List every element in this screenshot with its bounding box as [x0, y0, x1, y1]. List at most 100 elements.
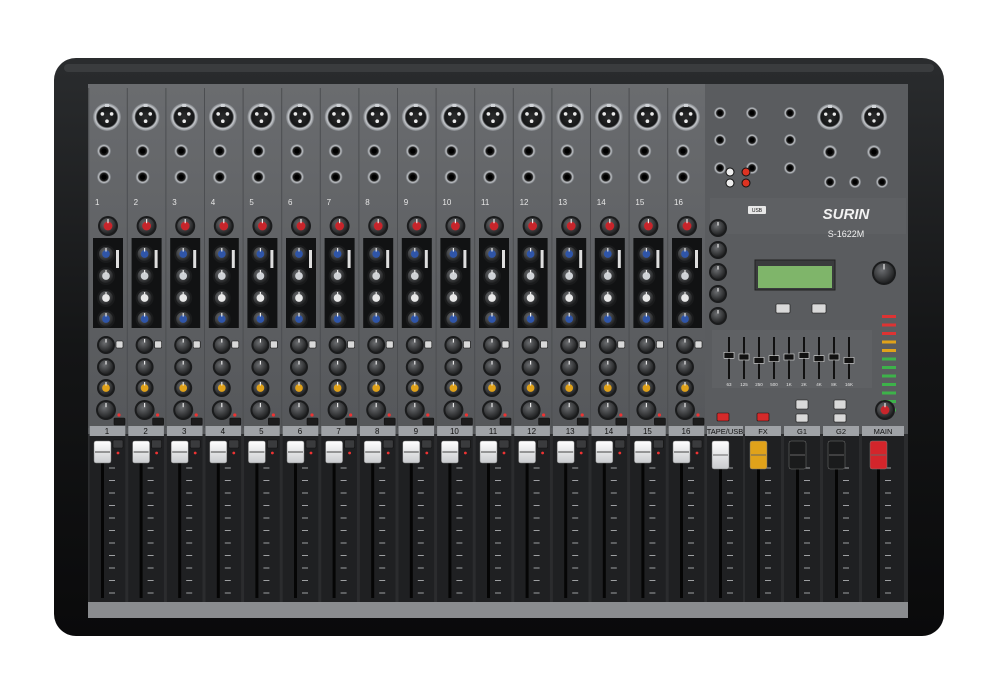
- group-assign-button-1[interactable]: [795, 399, 809, 410]
- mic-input-xlr[interactable]: [208, 103, 237, 131]
- aux2-knob[interactable]: [637, 358, 656, 376]
- fx-send-knob[interactable]: [560, 379, 579, 397]
- pfl-button[interactable]: [421, 439, 433, 449]
- pfl-button[interactable]: [151, 439, 162, 449]
- aux-send-jack-3[interactable]: [714, 162, 726, 174]
- aux2-knob[interactable]: [290, 358, 308, 376]
- aux2-knob[interactable]: [560, 358, 579, 376]
- eq-low-knob[interactable]: [367, 310, 386, 328]
- mic-input-xlr[interactable]: [131, 103, 160, 131]
- gain-knob[interactable]: [175, 216, 196, 236]
- line-input-jack[interactable]: [444, 144, 459, 158]
- fx-send-knob[interactable]: [367, 379, 386, 397]
- eq-mid-knob[interactable]: [405, 267, 424, 285]
- aux1-knob[interactable]: [367, 336, 386, 354]
- insert-jack[interactable]: [560, 170, 575, 184]
- gain-knob[interactable]: [677, 216, 697, 236]
- fx-send-knob[interactable]: [174, 379, 193, 397]
- return-knob-4[interactable]: [709, 285, 727, 303]
- fx-send-knob[interactable]: [212, 379, 231, 397]
- eq-mid-knob[interactable]: [637, 267, 656, 285]
- aux1-knob[interactable]: [290, 336, 308, 354]
- mute-button[interactable]: [654, 417, 666, 426]
- eq-low-knob[interactable]: [135, 310, 154, 328]
- pfl-button[interactable]: [305, 439, 317, 449]
- eq-low-knob[interactable]: [444, 310, 463, 328]
- gain-knob[interactable]: [368, 216, 389, 236]
- geq-slider-2K[interactable]: [798, 351, 810, 359]
- aux1-knob[interactable]: [174, 336, 193, 354]
- eq-high-knob[interactable]: [560, 245, 579, 263]
- eq-high-knob[interactable]: [637, 245, 656, 263]
- eq-freq-knob[interactable]: [174, 289, 193, 307]
- aux1-knob[interactable]: [135, 336, 154, 354]
- eq-low-knob[interactable]: [405, 310, 424, 328]
- fx-send-knob[interactable]: [637, 379, 656, 397]
- g1-button[interactable]: [795, 413, 809, 423]
- pfl-button[interactable]: [189, 439, 201, 449]
- eq-freq-knob[interactable]: [135, 289, 154, 307]
- fx-return-jack-2[interactable]: [746, 134, 758, 146]
- pan-knob[interactable]: [636, 400, 657, 420]
- eq-freq-knob[interactable]: [367, 289, 386, 307]
- phones-jack[interactable]: [876, 176, 888, 188]
- aux1-knob[interactable]: [405, 336, 424, 354]
- fader-4[interactable]: 4: [205, 426, 242, 602]
- eq-high-knob[interactable]: [676, 245, 694, 263]
- eq-low-knob[interactable]: [328, 310, 347, 328]
- main-out-right-xlr[interactable]: [861, 104, 887, 130]
- return-knob-3[interactable]: [709, 263, 727, 281]
- eq-freq-knob[interactable]: [212, 289, 231, 307]
- mute-button[interactable]: [538, 417, 550, 426]
- pre-post-button[interactable]: [385, 340, 394, 349]
- aux2-knob[interactable]: [598, 358, 617, 376]
- mute-button[interactable]: [152, 417, 164, 426]
- g2-button[interactable]: [833, 413, 847, 423]
- return-knob-5[interactable]: [709, 307, 727, 325]
- pan-knob[interactable]: [96, 400, 116, 420]
- eq-high-knob[interactable]: [212, 245, 231, 263]
- eq-high-knob[interactable]: [251, 245, 270, 263]
- eq-high-knob[interactable]: [444, 245, 463, 263]
- line-input-jack[interactable]: [521, 144, 536, 158]
- mic-input-xlr[interactable]: [286, 103, 314, 131]
- fader-11[interactable]: 11: [475, 426, 512, 602]
- pre-post-button[interactable]: [424, 340, 433, 349]
- eq-mid-knob[interactable]: [444, 267, 463, 285]
- gain-knob[interactable]: [638, 216, 659, 236]
- pre-post-button[interactable]: [540, 340, 548, 349]
- pre-post-button[interactable]: [656, 340, 664, 349]
- mute-button[interactable]: [345, 417, 357, 426]
- pan-knob[interactable]: [366, 400, 387, 420]
- eq-freq-knob[interactable]: [251, 289, 270, 307]
- pan-knob[interactable]: [520, 400, 541, 420]
- fader-8[interactable]: 8: [359, 426, 396, 602]
- pfl-button[interactable]: [112, 439, 124, 449]
- geq-slider-500[interactable]: [768, 355, 780, 363]
- line-input-jack[interactable]: [328, 144, 343, 158]
- pre-post-button[interactable]: [115, 340, 124, 349]
- mute-button[interactable]: [692, 417, 705, 426]
- eq-freq-knob[interactable]: [97, 289, 115, 307]
- eq-low-knob[interactable]: [290, 310, 308, 328]
- eq-freq-knob[interactable]: [328, 289, 347, 307]
- eq-freq-knob[interactable]: [598, 289, 617, 307]
- eq-freq-knob[interactable]: [405, 289, 424, 307]
- insert-jack[interactable]: [97, 170, 111, 184]
- fx-send-knob[interactable]: [405, 379, 424, 397]
- eq-mid-knob[interactable]: [483, 267, 501, 285]
- pre-post-button[interactable]: [347, 340, 355, 349]
- eq-high-knob[interactable]: [135, 245, 154, 263]
- eq-mid-knob[interactable]: [560, 267, 579, 285]
- eq-freq-knob[interactable]: [637, 289, 656, 307]
- mute-button[interactable]: [615, 417, 628, 426]
- gain-knob[interactable]: [329, 216, 350, 236]
- mute-button[interactable]: [190, 417, 203, 426]
- mute-button[interactable]: [229, 417, 242, 426]
- fx-send-knob[interactable]: [97, 379, 115, 397]
- insert-jack[interactable]: [290, 170, 304, 184]
- aux2-knob[interactable]: [483, 358, 501, 376]
- mic-input-xlr[interactable]: [363, 103, 392, 131]
- fx-mute-button[interactable]: [756, 412, 770, 422]
- aux1-knob[interactable]: [328, 336, 347, 354]
